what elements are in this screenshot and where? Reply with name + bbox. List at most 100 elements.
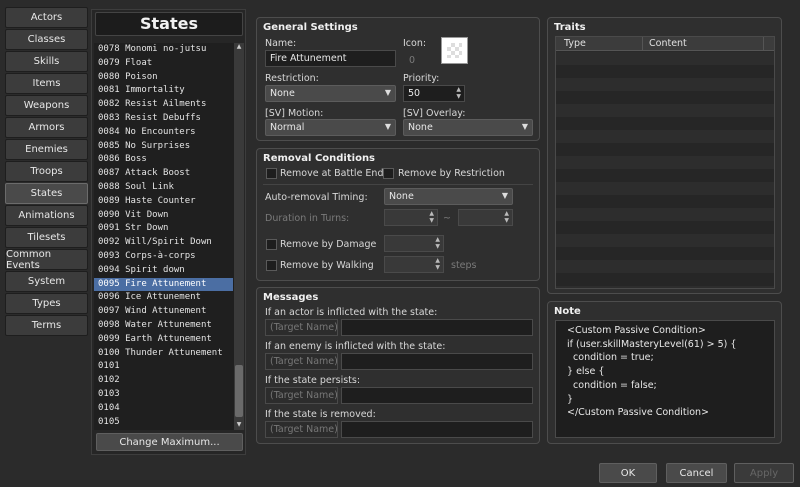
duration-min-stepper[interactable]: ▲ ▼ [384,209,438,226]
priority-stepper[interactable]: 50 ▲ ▼ [403,85,465,102]
timing-value: None [389,191,414,202]
duration-max-stepper[interactable]: ▲ ▼ [458,209,513,226]
apply-button[interactable]: Apply [734,463,794,483]
scroll-thumb[interactable] [235,365,243,417]
stepper-arrows-icon[interactable]: ▲ ▼ [435,236,440,250]
tab-tilesets[interactable]: Tilesets [5,227,88,248]
tab-armors[interactable]: Armors [5,117,88,138]
remove-damage-label: Remove by Damage [280,239,377,250]
chevron-down-icon: ▼ [384,122,391,131]
icon-label: Icon: [403,38,427,49]
walking-stepper[interactable]: ▲ ▼ [384,256,444,273]
tab-common-events[interactable]: Common Events [5,249,88,271]
tab-terms[interactable]: Terms [5,315,88,336]
change-maximum-button[interactable]: Change Maximum... [96,433,243,451]
overlay-value: None [408,122,433,133]
overlay-select[interactable]: None ▼ [403,119,533,136]
message-input[interactable] [341,421,533,438]
tab-system[interactable]: System [5,271,88,292]
damage-stepper[interactable]: ▲ ▼ [384,235,444,252]
list-item[interactable]: 0083 Resist Debuffs [94,112,233,126]
message-input[interactable] [341,387,533,404]
message-input[interactable] [341,319,533,336]
states-list[interactable]: 0078 Monomi no-jutsu 0079 Float 0080 Poiso… [94,43,234,430]
motion-select[interactable]: Normal ▼ [265,119,396,136]
list-item[interactable]: 0103 [94,388,233,402]
overlay-label: [SV] Overlay: [403,108,466,119]
timing-select[interactable]: None ▼ [384,188,513,205]
tab-weapons[interactable]: Weapons [5,95,88,116]
remove-restriction-checkbox[interactable] [383,168,394,179]
tab-states[interactable]: States [5,183,88,204]
priority-label: Priority: [403,73,440,84]
name-input[interactable]: Fire Attunement [265,50,396,67]
scroll-down-icon[interactable]: ▼ [234,421,244,430]
note-line: if (user.skillMasteryLevel(61) > 5) { [567,338,737,350]
list-item[interactable]: 0078 Monomi no-jutsu [94,43,233,57]
list-item[interactable]: 0081 Immortality [94,84,233,98]
general-settings-title: General Settings [263,22,358,33]
list-item[interactable]: 0097 Wind Attunement [94,305,233,319]
tab-classes[interactable]: Classes [5,29,88,50]
tab-items[interactable]: Items [5,73,88,94]
list-item[interactable]: 0080 Poison [94,71,233,85]
duration-label: Duration in Turns: [265,213,350,224]
note-textarea[interactable]: <Custom Passive Condition> if (user.skill… [555,320,775,438]
list-item[interactable]: 0086 Boss [94,153,233,167]
list-item[interactable]: 0091 Str Down [94,222,233,236]
list-item[interactable]: 0084 No Encounters [94,126,233,140]
tab-troops[interactable]: Troops [5,161,88,182]
stepper-arrows-icon[interactable]: ▲ ▼ [429,210,434,224]
list-scrollbar[interactable]: ▲ ▼ [234,43,244,430]
cancel-button[interactable]: Cancel [666,463,727,483]
stepper-arrows-icon[interactable]: ▲ ▼ [504,210,509,224]
duration-tilde: ~ [443,213,451,224]
list-item[interactable]: 0095 Fire Attunement [94,277,233,292]
remove-battle-end-checkbox[interactable] [266,168,277,179]
stepper-arrows-icon[interactable]: ▲ ▼ [456,86,461,100]
list-item[interactable]: 0090 Vit Down [94,209,233,223]
note-title: Note [554,306,581,317]
ok-button[interactable]: OK [599,463,657,483]
restriction-value: None [270,88,295,99]
tab-actors[interactable]: Actors [5,7,88,28]
list-item[interactable]: 0102 [94,374,233,388]
list-item[interactable]: 0088 Soul Link [94,181,233,195]
tab-animations[interactable]: Animations [5,205,88,226]
tab-enemies[interactable]: Enemies [5,139,88,160]
list-item[interactable]: 0094 Spirit down [94,264,233,278]
list-item[interactable]: 0099 Earth Attunement [94,333,233,347]
list-item[interactable]: 0079 Float [94,57,233,71]
remove-walking-checkbox[interactable] [266,260,277,271]
col-content-header[interactable]: Content [649,38,687,49]
tab-types[interactable]: Types [5,293,88,314]
removal-conditions-panel: Removal Conditions Remove at Battle End … [256,148,540,281]
list-item[interactable]: 0100 Thunder Attunement [94,347,233,361]
tab-skills[interactable]: Skills [5,51,88,72]
list-item[interactable]: 0087 Attack Boost [94,167,233,181]
target-name-prefix: (Target Name) [265,319,338,336]
list-item[interactable]: 0082 Resist Ailments [94,98,233,112]
list-item[interactable]: 0098 Water Attunement [94,319,233,333]
traits-rows [556,52,774,288]
icon-picker[interactable] [441,37,468,64]
list-item[interactable]: 0101 [94,360,233,374]
restriction-select[interactable]: None ▼ [265,85,396,102]
list-item[interactable]: 0085 No Surprises [94,140,233,154]
col-type-header[interactable]: Type [564,38,586,49]
list-item[interactable]: 0092 Will/Spirit Down [94,236,233,250]
checker-icon [447,43,462,58]
list-item[interactable]: 0104 [94,402,233,416]
message-input[interactable] [341,353,533,370]
scroll-up-icon[interactable]: ▲ [234,43,244,52]
messages-panel: Messages If an actor is inflicted with t… [256,287,540,444]
list-item[interactable]: 0089 Haste Counter [94,195,233,209]
traits-table[interactable]: Type Content [555,36,775,289]
stepper-arrows-icon[interactable]: ▲ ▼ [435,257,440,271]
list-item[interactable]: 0096 Ice Attunement [94,291,233,305]
divider [263,184,533,185]
list-item[interactable]: 0093 Corps-à-corps [94,250,233,264]
note-line: } [567,393,574,405]
list-item[interactable]: 0105 [94,416,233,430]
remove-damage-checkbox[interactable] [266,239,277,250]
